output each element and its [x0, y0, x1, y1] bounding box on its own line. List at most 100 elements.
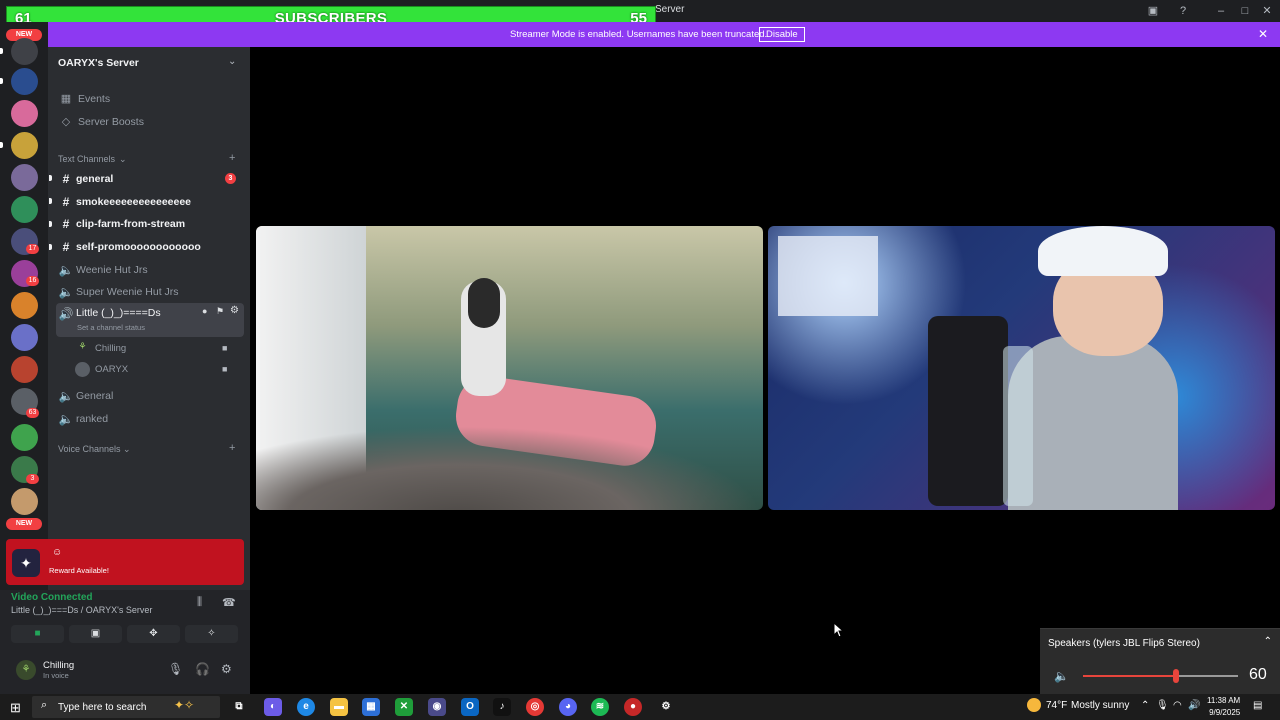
video-tile[interactable]: [768, 226, 1275, 510]
notification-icon[interactable]: ▤: [1253, 700, 1262, 711]
chat-icon[interactable]: ●: [202, 306, 207, 316]
server-icon[interactable]: [11, 324, 38, 351]
taskbar-search[interactable]: ⌕ Type here to search ✦✧: [32, 696, 220, 718]
weather-desc[interactable]: Mostly sunny: [1071, 700, 1129, 711]
events-item[interactable]: ▦ Events: [60, 92, 110, 106]
sparkle-icon: ✦✧: [174, 698, 195, 712]
server-icon[interactable]: [11, 164, 38, 191]
close-window-button[interactable]: ✕: [1258, 3, 1276, 19]
volume-slider[interactable]: [1083, 669, 1238, 683]
chevron-down-icon[interactable]: ⌄: [119, 154, 127, 165]
gear-icon[interactable]: ⚙: [221, 662, 232, 676]
discord-icon[interactable]: ◕: [559, 698, 577, 716]
chevron-up-icon[interactable]: ⌃: [1264, 636, 1272, 647]
channel-label: Weenie Hut Jrs: [76, 263, 148, 276]
voice-channel-general[interactable]: 🔈 General: [56, 385, 244, 406]
volume-thumb[interactable]: [1173, 669, 1179, 683]
avatar[interactable]: ⚘: [16, 660, 36, 680]
server-icon[interactable]: [11, 38, 38, 65]
help-icon[interactable]: ?: [1174, 3, 1192, 19]
chevron-up-icon[interactable]: ⌃: [1141, 700, 1149, 711]
file-explorer-icon[interactable]: ▬: [330, 698, 348, 716]
unread-indicator: [0, 78, 3, 84]
chrome-icon[interactable]: ◎: [526, 698, 544, 716]
microphone-icon[interactable]: 🎙: [1156, 700, 1169, 711]
obs-icon[interactable]: ●: [624, 698, 642, 716]
voice-channel-weenie-hut[interactable]: 🔈 Weenie Hut Jrs: [56, 259, 244, 280]
gear-icon[interactable]: ⚙: [230, 305, 239, 316]
activities-button[interactable]: ✥: [127, 625, 180, 643]
add-channel-icon[interactable]: +: [229, 152, 235, 164]
channel-smoke[interactable]: # smokeeeeeeeeeeeeeee: [56, 191, 244, 212]
settings-icon[interactable]: ⚙: [657, 698, 675, 716]
noise-suppression-icon[interactable]: ⫼: [197, 596, 202, 609]
chevron-down-icon[interactable]: ⌄: [228, 56, 236, 67]
voice-user[interactable]: ⚘ Chilling: [75, 341, 126, 356]
outlook-icon[interactable]: O: [461, 698, 479, 716]
spotify-icon[interactable]: ≋: [591, 698, 609, 716]
channel-status[interactable]: Set a channel status: [77, 323, 145, 332]
server-name[interactable]: OARYX's Server: [58, 57, 139, 69]
task-view-icon[interactable]: ⧉: [230, 698, 248, 716]
invite-icon[interactable]: ⚑: [216, 306, 224, 317]
unread-indicator: [0, 48, 3, 54]
screen-share-button[interactable]: ▣: [69, 625, 122, 643]
channel-label: General: [76, 389, 114, 402]
add-channel-icon[interactable]: +: [229, 442, 235, 454]
user-name[interactable]: Chilling: [43, 660, 74, 671]
close-icon[interactable]: ✕: [1258, 27, 1268, 41]
avatar: ⚘: [78, 341, 87, 351]
clock[interactable]: 11:38 AM 9/9/2025: [1207, 695, 1240, 719]
video-tile[interactable]: [256, 226, 763, 510]
text-channels-category[interactable]: Text Channels: [58, 154, 115, 164]
photos-icon[interactable]: ◉: [428, 698, 446, 716]
server-icon[interactable]: [11, 196, 38, 223]
inbox-icon[interactable]: ▣: [1144, 3, 1162, 19]
channel-self-promo[interactable]: # self-promoooooooooooo: [56, 236, 244, 257]
server-icon[interactable]: [11, 68, 38, 95]
microphone-icon[interactable]: 🎙: [168, 662, 183, 676]
copilot-icon[interactable]: ◐: [264, 698, 282, 716]
voice-channel-active[interactable]: 🔊 Little (_)_)====Ds Set a channel statu…: [56, 303, 244, 337]
channel-general[interactable]: # general 3: [56, 168, 244, 189]
chevron-down-icon[interactable]: ⌄: [123, 444, 131, 455]
hashtag-icon: #: [62, 171, 70, 186]
voice-location[interactable]: Little (_)_)===Ds / OARYX's Server: [11, 605, 152, 615]
camera-button[interactable]: ■: [11, 625, 64, 643]
windows-start-icon[interactable]: ⊞: [10, 700, 21, 716]
boost-icon: ◇: [61, 116, 71, 128]
disable-button[interactable]: Disable: [759, 27, 805, 42]
avatar: [75, 362, 90, 377]
window-shape: [778, 236, 878, 316]
disconnect-icon[interactable]: ☎: [222, 596, 236, 609]
channel-clip-farm[interactable]: # clip-farm-from-stream: [56, 213, 244, 234]
xbox-icon[interactable]: ✕: [395, 698, 413, 716]
voice-status[interactable]: Video Connected: [11, 592, 93, 603]
soundboard-button[interactable]: ✧: [185, 625, 238, 643]
server-boosts-item[interactable]: ◇ Server Boosts: [60, 115, 144, 129]
headphones-icon[interactable]: 🎧: [195, 662, 210, 676]
voice-channels-category[interactable]: Voice Channels: [58, 444, 121, 454]
server-icon[interactable]: [11, 132, 38, 159]
server-icon[interactable]: [11, 424, 38, 451]
server-icon[interactable]: [11, 100, 38, 127]
wifi-icon[interactable]: ◠: [1173, 700, 1182, 711]
reward-panel[interactable]: ✦ ☺ Reward Available!: [6, 539, 244, 585]
speaker-icon[interactable]: 🔈: [1054, 669, 1069, 683]
voice-user-name: Chilling: [95, 343, 127, 354]
maximize-button[interactable]: □: [1236, 3, 1254, 19]
voice-channel-ranked[interactable]: 🔈 ranked: [56, 408, 244, 429]
store-icon[interactable]: ▦: [362, 698, 380, 716]
voice-user[interactable]: OARYX: [75, 362, 128, 377]
chair-shape: [928, 316, 1008, 506]
tiktok-icon[interactable]: ♪: [493, 698, 511, 716]
audio-device-name[interactable]: Speakers (tylers JBL Flip6 Stereo): [1048, 638, 1200, 649]
server-icon[interactable]: [11, 356, 38, 383]
server-icon[interactable]: [11, 292, 38, 319]
edge-icon[interactable]: e: [297, 698, 315, 716]
voice-channel-super-weenie[interactable]: 🔈 Super Weenie Hut Jrs: [56, 281, 244, 302]
weather-temp[interactable]: 74°F: [1046, 700, 1067, 711]
server-icon[interactable]: [11, 488, 38, 515]
minimize-button[interactable]: –: [1212, 3, 1230, 19]
volume-icon[interactable]: 🔊: [1188, 700, 1200, 711]
